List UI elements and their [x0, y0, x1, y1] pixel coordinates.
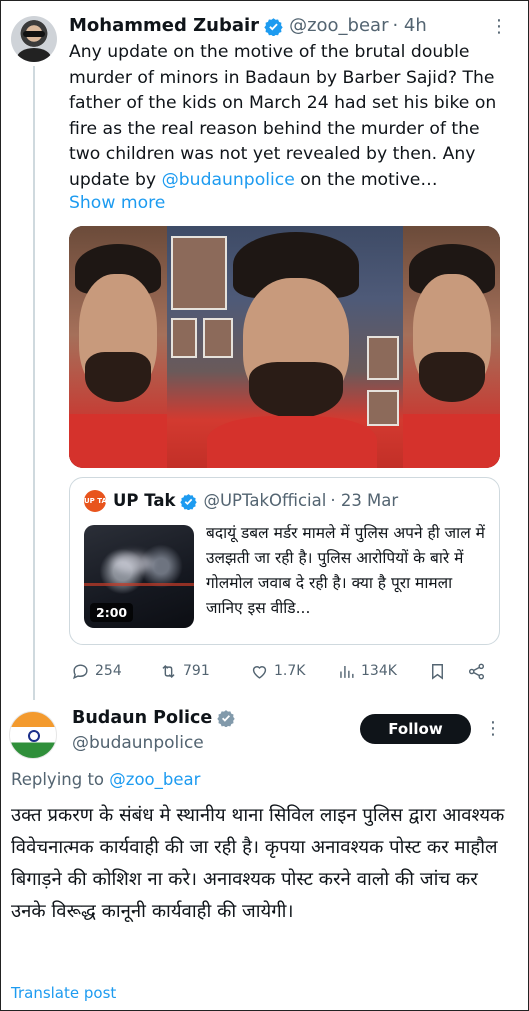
tweet2-handle[interactable]: @budaunpolice [72, 733, 204, 753]
replying-prefix: Replying to [11, 770, 110, 789]
quote-handle[interactable]: @UPTakOfficial [203, 490, 326, 512]
media-beard [419, 352, 485, 402]
repost-count: 791 [183, 663, 210, 679]
like-button[interactable]: 1.7K [250, 658, 305, 684]
tweet2-author-name[interactable]: Budaun Police [72, 708, 212, 728]
tweet1-text: Any update on the motive of the brutal d… [69, 40, 509, 193]
views-count: 134K [361, 663, 397, 679]
video-duration-badge: 2:00 [90, 603, 134, 622]
replying-to-line: Replying to @zoo_bear [11, 770, 200, 789]
reply-button[interactable]: 254 [71, 658, 122, 684]
media-poster [171, 236, 227, 310]
media-poster [367, 336, 399, 380]
avatar-shirt [17, 48, 51, 62]
media-poster [171, 318, 197, 358]
more-options-icon[interactable]: ⋮ [484, 718, 502, 739]
tweet1-media-image[interactable] [69, 226, 500, 468]
reply-icon [73, 663, 88, 679]
views-button[interactable]: 134K [337, 658, 397, 684]
repost-icon [162, 664, 175, 678]
quote-video-thumbnail[interactable]: 2:00 [84, 525, 194, 628]
more-options-icon[interactable]: ⋮ [490, 16, 509, 37]
tweet1-action-bar: 254 791 1.7K 134K [69, 658, 500, 684]
ashoka-chakra-icon [28, 730, 40, 742]
tweet2-text: उक्त प्रकरण के संबंध मे स्थानीय थाना सिव… [11, 805, 505, 922]
tweet1-handle[interactable]: @zoo_bear [289, 14, 388, 38]
media-panel-center [167, 226, 403, 468]
verified-badge-icon [180, 493, 198, 510]
zubair-avatar[interactable] [11, 16, 57, 62]
translate-post-link[interactable]: Translate post [11, 984, 116, 1002]
media-shirt [69, 414, 167, 468]
media-panel-right [403, 226, 500, 468]
quote-header: UP TAK UP Tak @UPTakOfficial · 23 Mar [84, 490, 398, 512]
views-chart-icon [340, 665, 354, 678]
like-count: 1.7K [274, 663, 306, 679]
tweet1-text-part1: Any update on the motive of the brutal d… [69, 42, 497, 190]
media-beard [249, 362, 343, 418]
media-shirt [207, 416, 377, 468]
follow-button[interactable]: Follow [360, 714, 471, 744]
bookmark-button[interactable] [428, 658, 452, 684]
quote-timestamp[interactable]: · 23 Mar [330, 490, 398, 512]
tweet1-timestamp[interactable]: · 4h [392, 14, 426, 38]
repost-button[interactable]: 791 [159, 658, 210, 684]
budaun-police-avatar[interactable] [9, 711, 57, 759]
bookmark-icon [432, 663, 443, 680]
thumbnail-stripe [84, 583, 194, 586]
replying-to-link[interactable]: @zoo_bear [109, 770, 200, 789]
quoted-post-card[interactable]: UP TAK UP Tak @UPTakOfficial · 23 Mar 2:… [69, 477, 500, 645]
heart-icon [252, 665, 267, 679]
mention-link-budaunpolice[interactable]: @budaunpolice [162, 170, 295, 190]
avatar-glasses [23, 31, 45, 37]
quote-text: बदायूं डबल मर्डर मामले में पुलिस अपने ही… [206, 524, 485, 617]
thread-connector-line [33, 66, 35, 700]
share-icon [468, 663, 485, 679]
tweet2-header: Budaun Police [72, 708, 241, 728]
media-shirt [403, 414, 500, 468]
share-button[interactable] [467, 658, 491, 684]
media-panel-left [69, 226, 167, 468]
media-poster [367, 390, 399, 426]
quote-author-name[interactable]: UP Tak [113, 490, 175, 512]
uptak-logo: UP TAK [84, 490, 112, 512]
tweet1-author-name[interactable]: Mohammed Zubair [69, 14, 259, 38]
media-poster [203, 318, 233, 358]
tweet1-header: Mohammed Zubair @zoo_bear · 4h [69, 14, 427, 38]
thumbnail-light [112, 553, 152, 573]
gray-verified-badge-icon [217, 710, 235, 727]
reply-count: 254 [95, 663, 122, 679]
tweet1-text-part2: on the motive… [294, 169, 438, 190]
verified-badge-icon [264, 17, 283, 36]
media-beard [85, 352, 151, 402]
show-more-link[interactable]: Show more [69, 193, 165, 213]
